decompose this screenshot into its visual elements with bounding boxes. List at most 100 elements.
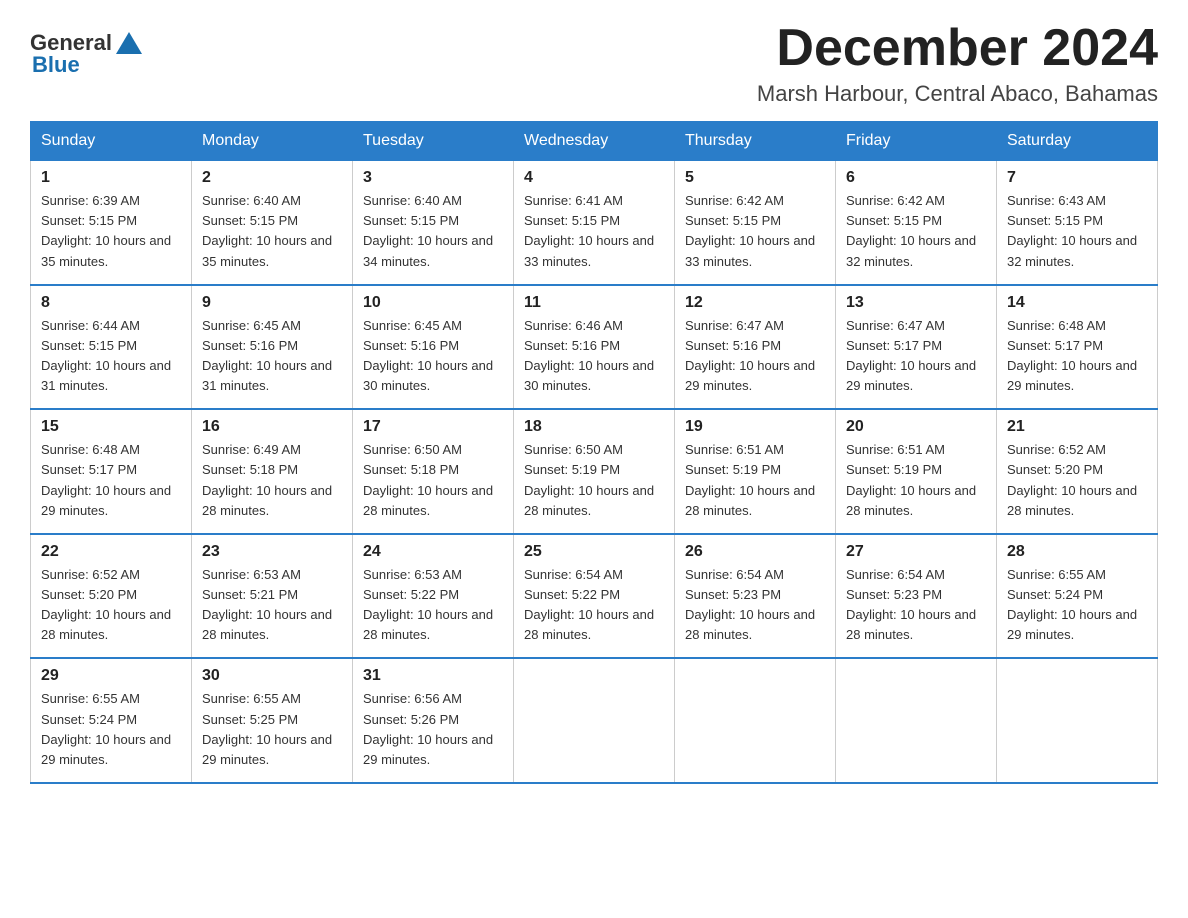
day-number: 9 <box>202 294 342 312</box>
daylight-label: Daylight: 10 hours and 28 minutes. <box>685 607 815 642</box>
day-number: 7 <box>1007 169 1147 187</box>
sunrise-label: Sunrise: 6:39 AM <box>41 193 140 208</box>
calendar-cell: 21 Sunrise: 6:52 AM Sunset: 5:20 PM Dayl… <box>997 409 1158 534</box>
sunrise-label: Sunrise: 6:54 AM <box>685 567 784 582</box>
calendar-cell: 3 Sunrise: 6:40 AM Sunset: 5:15 PM Dayli… <box>353 161 514 285</box>
day-info: Sunrise: 6:40 AM Sunset: 5:15 PM Dayligh… <box>202 191 342 272</box>
calendar-cell: 9 Sunrise: 6:45 AM Sunset: 5:16 PM Dayli… <box>192 285 353 410</box>
day-info: Sunrise: 6:45 AM Sunset: 5:16 PM Dayligh… <box>202 316 342 397</box>
day-info: Sunrise: 6:50 AM Sunset: 5:19 PM Dayligh… <box>524 440 664 521</box>
sunrise-label: Sunrise: 6:55 AM <box>202 691 301 706</box>
daylight-label: Daylight: 10 hours and 32 minutes. <box>846 233 976 268</box>
day-info: Sunrise: 6:44 AM Sunset: 5:15 PM Dayligh… <box>41 316 181 397</box>
day-number: 21 <box>1007 418 1147 436</box>
sunrise-label: Sunrise: 6:54 AM <box>846 567 945 582</box>
calendar-cell <box>514 658 675 783</box>
sunset-label: Sunset: 5:26 PM <box>363 712 459 727</box>
sunset-label: Sunset: 5:15 PM <box>363 213 459 228</box>
col-wednesday: Wednesday <box>514 122 675 161</box>
sunset-label: Sunset: 5:16 PM <box>202 338 298 353</box>
sunrise-label: Sunrise: 6:43 AM <box>1007 193 1106 208</box>
sunset-label: Sunset: 5:23 PM <box>685 587 781 602</box>
daylight-label: Daylight: 10 hours and 28 minutes. <box>41 607 171 642</box>
calendar-cell: 27 Sunrise: 6:54 AM Sunset: 5:23 PM Dayl… <box>836 534 997 659</box>
col-saturday: Saturday <box>997 122 1158 161</box>
sunset-label: Sunset: 5:16 PM <box>524 338 620 353</box>
day-number: 12 <box>685 294 825 312</box>
sunrise-label: Sunrise: 6:55 AM <box>1007 567 1106 582</box>
sunrise-label: Sunrise: 6:44 AM <box>41 318 140 333</box>
daylight-label: Daylight: 10 hours and 28 minutes. <box>363 607 493 642</box>
daylight-label: Daylight: 10 hours and 32 minutes. <box>1007 233 1137 268</box>
calendar-cell: 15 Sunrise: 6:48 AM Sunset: 5:17 PM Dayl… <box>31 409 192 534</box>
daylight-label: Daylight: 10 hours and 29 minutes. <box>1007 607 1137 642</box>
daylight-label: Daylight: 10 hours and 31 minutes. <box>41 358 171 393</box>
sunset-label: Sunset: 5:16 PM <box>685 338 781 353</box>
day-info: Sunrise: 6:55 AM Sunset: 5:24 PM Dayligh… <box>1007 565 1147 646</box>
sunset-label: Sunset: 5:22 PM <box>363 587 459 602</box>
calendar-week-row: 1 Sunrise: 6:39 AM Sunset: 5:15 PM Dayli… <box>31 161 1158 285</box>
sunset-label: Sunset: 5:21 PM <box>202 587 298 602</box>
day-number: 18 <box>524 418 664 436</box>
sunset-label: Sunset: 5:24 PM <box>41 712 137 727</box>
sunrise-label: Sunrise: 6:50 AM <box>363 442 462 457</box>
day-info: Sunrise: 6:52 AM Sunset: 5:20 PM Dayligh… <box>1007 440 1147 521</box>
sunrise-label: Sunrise: 6:53 AM <box>363 567 462 582</box>
sunset-label: Sunset: 5:19 PM <box>685 462 781 477</box>
sunset-label: Sunset: 5:20 PM <box>41 587 137 602</box>
sunset-label: Sunset: 5:20 PM <box>1007 462 1103 477</box>
daylight-label: Daylight: 10 hours and 28 minutes. <box>685 483 815 518</box>
sunrise-label: Sunrise: 6:48 AM <box>41 442 140 457</box>
day-info: Sunrise: 6:46 AM Sunset: 5:16 PM Dayligh… <box>524 316 664 397</box>
day-number: 13 <box>846 294 986 312</box>
calendar-cell: 23 Sunrise: 6:53 AM Sunset: 5:21 PM Dayl… <box>192 534 353 659</box>
day-info: Sunrise: 6:54 AM Sunset: 5:23 PM Dayligh… <box>685 565 825 646</box>
calendar-cell: 17 Sunrise: 6:50 AM Sunset: 5:18 PM Dayl… <box>353 409 514 534</box>
day-info: Sunrise: 6:54 AM Sunset: 5:23 PM Dayligh… <box>846 565 986 646</box>
day-number: 2 <box>202 169 342 187</box>
calendar-header: Sunday Monday Tuesday Wednesday Thursday… <box>31 122 1158 161</box>
sunrise-label: Sunrise: 6:49 AM <box>202 442 301 457</box>
day-info: Sunrise: 6:42 AM Sunset: 5:15 PM Dayligh… <box>685 191 825 272</box>
calendar-cell: 22 Sunrise: 6:52 AM Sunset: 5:20 PM Dayl… <box>31 534 192 659</box>
calendar-cell: 7 Sunrise: 6:43 AM Sunset: 5:15 PM Dayli… <box>997 161 1158 285</box>
day-number: 5 <box>685 169 825 187</box>
calendar-cell: 20 Sunrise: 6:51 AM Sunset: 5:19 PM Dayl… <box>836 409 997 534</box>
calendar-cell: 5 Sunrise: 6:42 AM Sunset: 5:15 PM Dayli… <box>675 161 836 285</box>
sunrise-label: Sunrise: 6:51 AM <box>846 442 945 457</box>
calendar-week-row: 22 Sunrise: 6:52 AM Sunset: 5:20 PM Dayl… <box>31 534 1158 659</box>
day-info: Sunrise: 6:41 AM Sunset: 5:15 PM Dayligh… <box>524 191 664 272</box>
day-info: Sunrise: 6:50 AM Sunset: 5:18 PM Dayligh… <box>363 440 503 521</box>
day-number: 11 <box>524 294 664 312</box>
calendar-cell: 18 Sunrise: 6:50 AM Sunset: 5:19 PM Dayl… <box>514 409 675 534</box>
daylight-label: Daylight: 10 hours and 28 minutes. <box>524 483 654 518</box>
calendar-cell: 11 Sunrise: 6:46 AM Sunset: 5:16 PM Dayl… <box>514 285 675 410</box>
calendar-cell: 16 Sunrise: 6:49 AM Sunset: 5:18 PM Dayl… <box>192 409 353 534</box>
calendar-week-row: 8 Sunrise: 6:44 AM Sunset: 5:15 PM Dayli… <box>31 285 1158 410</box>
daylight-label: Daylight: 10 hours and 35 minutes. <box>202 233 332 268</box>
logo-triangle-icon <box>116 32 142 54</box>
day-info: Sunrise: 6:39 AM Sunset: 5:15 PM Dayligh… <box>41 191 181 272</box>
day-number: 27 <box>846 543 986 561</box>
daylight-label: Daylight: 10 hours and 28 minutes. <box>202 483 332 518</box>
sunrise-label: Sunrise: 6:40 AM <box>202 193 301 208</box>
sunset-label: Sunset: 5:17 PM <box>1007 338 1103 353</box>
sunset-label: Sunset: 5:25 PM <box>202 712 298 727</box>
sunset-label: Sunset: 5:24 PM <box>1007 587 1103 602</box>
day-info: Sunrise: 6:55 AM Sunset: 5:24 PM Dayligh… <box>41 689 181 770</box>
day-number: 14 <box>1007 294 1147 312</box>
daylight-label: Daylight: 10 hours and 29 minutes. <box>846 358 976 393</box>
sunset-label: Sunset: 5:15 PM <box>524 213 620 228</box>
sunset-label: Sunset: 5:22 PM <box>524 587 620 602</box>
sunrise-label: Sunrise: 6:47 AM <box>846 318 945 333</box>
logo: General Blue <box>30 30 142 78</box>
calendar-cell: 19 Sunrise: 6:51 AM Sunset: 5:19 PM Dayl… <box>675 409 836 534</box>
daylight-label: Daylight: 10 hours and 28 minutes. <box>1007 483 1137 518</box>
sunset-label: Sunset: 5:15 PM <box>685 213 781 228</box>
daylight-label: Daylight: 10 hours and 29 minutes. <box>41 732 171 767</box>
day-number: 6 <box>846 169 986 187</box>
sunrise-label: Sunrise: 6:53 AM <box>202 567 301 582</box>
day-number: 26 <box>685 543 825 561</box>
sunset-label: Sunset: 5:18 PM <box>363 462 459 477</box>
col-tuesday: Tuesday <box>353 122 514 161</box>
